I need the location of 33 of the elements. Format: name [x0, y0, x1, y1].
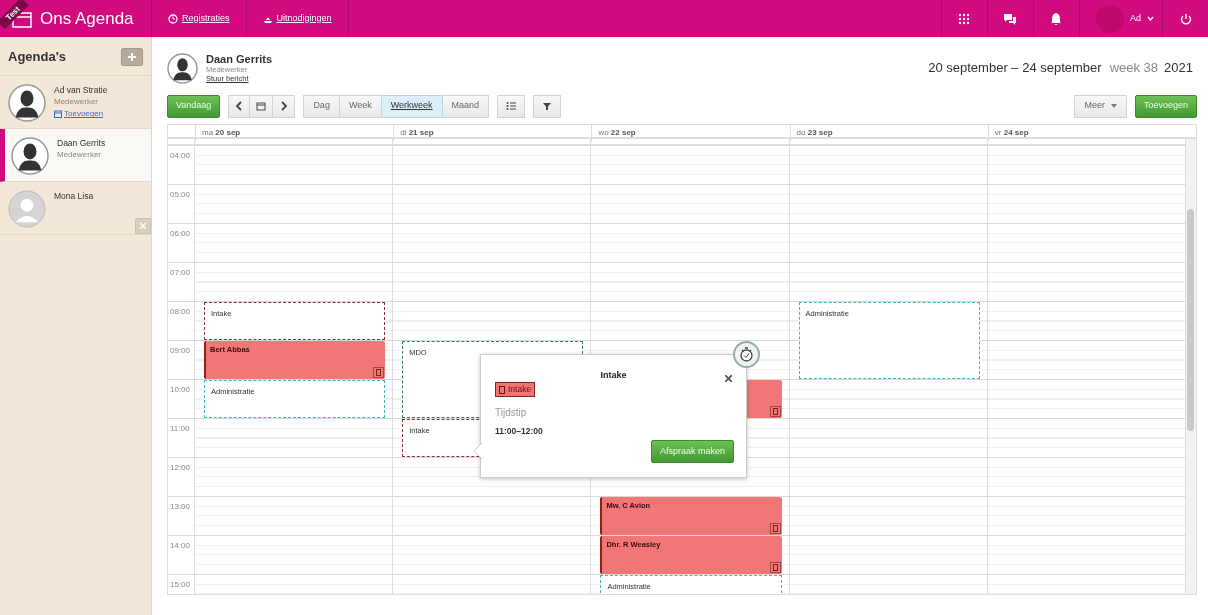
year: 2021: [1164, 59, 1193, 78]
time-label: 13:00: [168, 496, 194, 535]
time-label: 15:00: [168, 574, 194, 594]
test-ribbon: Test: [0, 0, 29, 30]
event-type-tag: Intake: [495, 382, 536, 397]
popover-title: Intake: [599, 369, 628, 382]
week-number: week 38: [1109, 59, 1159, 78]
agenda-owner: Daan Gerrits: [206, 53, 273, 65]
time-range: 11:00–12:00: [495, 424, 544, 438]
time-label: 08:00: [168, 301, 194, 340]
app-title: Ons Agenda: [40, 7, 134, 30]
day-header: ma 20 sep: [195, 125, 394, 141]
time-label: 12:00: [168, 457, 194, 496]
agenda-name: Daan Gerrits: [57, 136, 106, 150]
date-range: 20 september – 24 september: [928, 59, 1102, 78]
agenda-name: Ad van Stratie: [54, 83, 108, 97]
day-header: do 23 sep: [789, 125, 988, 141]
time-label: 14:00: [168, 535, 194, 574]
day-header: vr 24 sep: [987, 125, 1186, 141]
agenda-role: Medewerker: [54, 96, 99, 109]
time-label: 04:00: [168, 145, 194, 184]
sidebar-title: Agenda's: [8, 48, 66, 66]
time-label: 09:00: [168, 340, 194, 379]
field-label: Tijdstip: [495, 405, 528, 420]
time-label: 10:00: [168, 379, 194, 418]
time-label: 11:00: [168, 418, 194, 457]
day-header: wo 22 sep: [591, 125, 790, 141]
time-label: 06:00: [168, 223, 194, 262]
agenda-role: Medewerker: [57, 149, 102, 162]
time-label: 07:00: [168, 262, 194, 301]
time-label: 05:00: [168, 184, 194, 223]
day-header: di 21 sep: [393, 125, 592, 141]
agenda-name: Mona Lisa: [54, 189, 94, 203]
